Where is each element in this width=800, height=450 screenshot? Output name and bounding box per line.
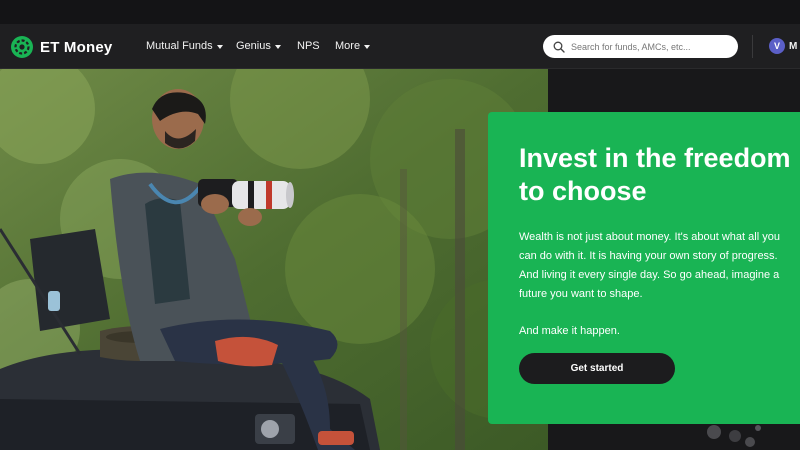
nav-item-more[interactable]: More [335, 40, 371, 52]
nav-item-label: More [335, 40, 361, 52]
nav-item-mutual-funds[interactable]: Mutual Funds [146, 40, 223, 52]
nav-item-genius[interactable]: Genius [236, 40, 281, 52]
nav-item-label: NPS [297, 40, 320, 52]
brand-name: ET Money [40, 38, 113, 56]
browser-top-strip [0, 0, 800, 24]
user-avatar[interactable]: V [769, 38, 785, 54]
nav-item-label: Mutual Funds [146, 40, 213, 52]
hero-tagline: And make it happen. [519, 325, 620, 337]
get-started-button[interactable]: Get started [519, 353, 675, 384]
search-input[interactable] [571, 41, 721, 52]
nav-item-label: Genius [236, 40, 271, 52]
chevron-down-icon [274, 44, 281, 49]
chevron-down-icon [364, 44, 371, 49]
chevron-down-icon [216, 44, 223, 49]
hero-description: Wealth is not just about money. It's abo… [519, 231, 780, 300]
hero-photo-man-with-camera [0, 69, 548, 450]
hero-card: Invest in the freedom to choose Wealth i… [488, 112, 800, 424]
decorative-dots [707, 425, 761, 447]
search-box[interactable] [543, 35, 738, 58]
hero-title: Invest in the freedom to choose [519, 143, 791, 206]
user-menu-label[interactable]: M [789, 41, 797, 52]
hero-image [0, 69, 548, 450]
navbar-divider [752, 35, 753, 58]
brand-logo[interactable]: ET Money [10, 35, 112, 59]
search-icon [553, 41, 565, 53]
et-money-logo-icon [11, 36, 33, 58]
nav-item-nps[interactable]: NPS [297, 40, 320, 52]
